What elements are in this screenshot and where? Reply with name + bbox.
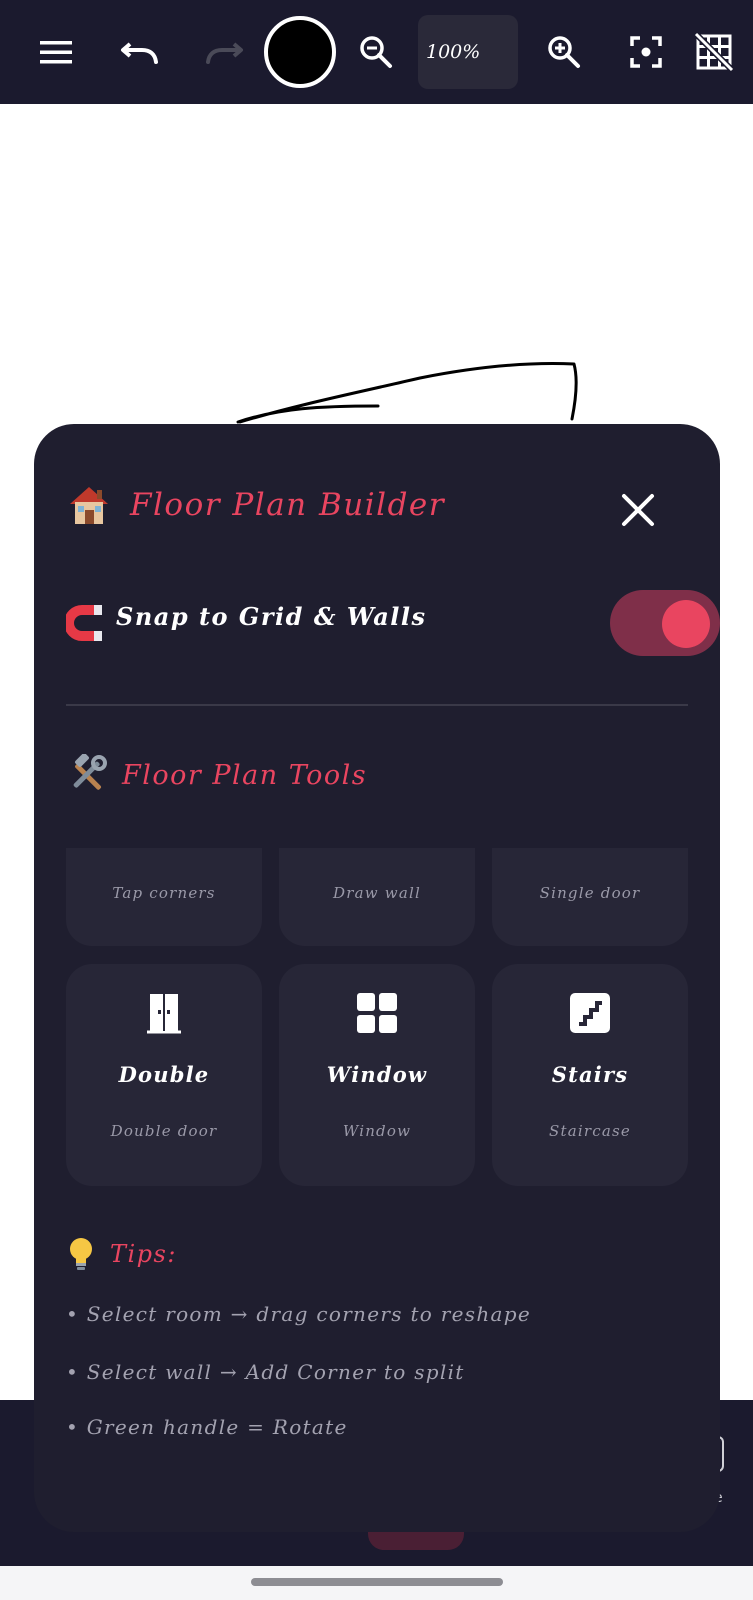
snap-setting-row: Snap to Grid & Walls <box>66 590 720 660</box>
tools-icon <box>73 754 107 790</box>
redo-icon <box>206 42 243 64</box>
tips-header: Tips: <box>66 1236 177 1272</box>
double-door-icon <box>147 994 181 1034</box>
redo-button[interactable] <box>200 28 248 76</box>
divider <box>66 704 688 706</box>
fit-screen-button[interactable] <box>622 28 670 76</box>
tip-item: • Select wall → Add Corner to split <box>66 1360 465 1384</box>
tip-item: • Select room → drag corners to reshape <box>66 1302 531 1326</box>
tool-desc: Window <box>342 1122 412 1140</box>
zoom-out-button[interactable] <box>352 28 400 76</box>
gesture-handle[interactable] <box>251 1578 503 1586</box>
grid-off-icon <box>694 32 734 72</box>
fit-screen-icon <box>630 36 662 68</box>
zoom-in-icon <box>548 36 580 68</box>
tool-desc: Double door <box>110 1122 218 1140</box>
panel-header: Floor Plan Builder <box>66 482 445 528</box>
panel-title: Floor Plan Builder <box>130 487 446 523</box>
menu-button[interactable] <box>32 28 80 76</box>
zoom-out-icon <box>360 36 392 68</box>
tool-desc: Single door <box>539 884 641 902</box>
tool-card-window[interactable]: Window Window <box>279 964 475 1186</box>
tool-desc: Tap corners <box>112 884 216 902</box>
zoom-in-button[interactable] <box>540 28 588 76</box>
tip-item: • Green handle = Rotate <box>66 1415 348 1439</box>
stairs-icon <box>570 993 610 1033</box>
tool-card-double-door[interactable]: Double Double door <box>66 964 262 1186</box>
top-toolbar: 100% <box>0 0 753 104</box>
tips-title: Tips: <box>110 1240 177 1268</box>
tool-desc: Draw wall <box>333 884 421 902</box>
snap-toggle-knob <box>662 600 710 648</box>
tool-card-door[interactable]: Single door <box>492 848 688 946</box>
tool-label: Double <box>118 1062 210 1087</box>
tool-label: Window <box>326 1062 428 1087</box>
tool-label: Stairs <box>551 1062 629 1087</box>
undo-button[interactable] <box>116 28 164 76</box>
undo-icon <box>121 42 158 64</box>
grid-toggle-button[interactable] <box>690 28 738 76</box>
color-picker-button[interactable] <box>264 16 336 88</box>
snap-toggle[interactable] <box>610 590 720 656</box>
zoom-level-display[interactable]: 100% <box>418 15 518 89</box>
snap-label: Snap to Grid & Walls <box>116 602 427 631</box>
lightbulb-icon <box>70 1238 92 1270</box>
magnet-icon <box>66 605 102 641</box>
tool-card-room[interactable]: Tap corners <box>66 848 262 946</box>
close-icon[interactable] <box>616 488 660 532</box>
tool-card-wall[interactable]: Draw wall <box>279 848 475 946</box>
floor-plan-panel: Floor Plan Builder Snap to Grid & Walls … <box>34 424 720 1532</box>
house-icon <box>70 487 108 524</box>
tool-desc: Staircase <box>549 1122 631 1140</box>
tools-section-title: Floor Plan Tools <box>122 759 368 791</box>
window-icon <box>357 993 397 1033</box>
tool-card-stairs[interactable]: Stairs Staircase <box>492 964 688 1186</box>
tools-section-header: Floor Plan Tools <box>66 754 367 796</box>
menu-icon <box>40 41 72 64</box>
